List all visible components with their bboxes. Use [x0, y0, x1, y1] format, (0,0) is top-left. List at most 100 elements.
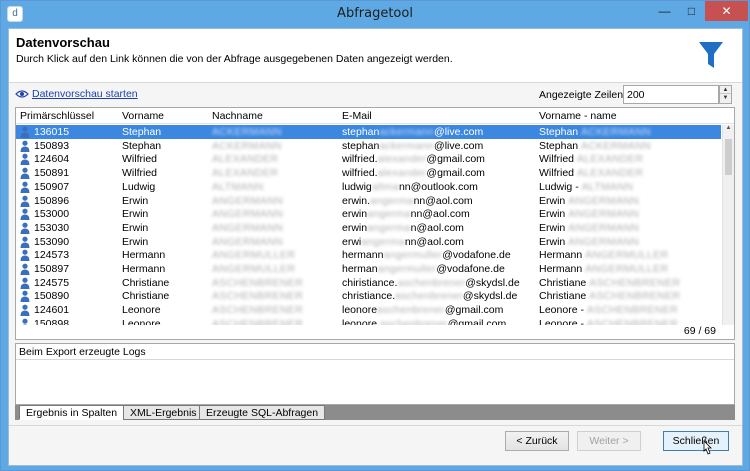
rows-spinner[interactable]: ▲ ▼	[719, 85, 732, 104]
full-name-first: Christiane	[539, 276, 587, 289]
email-redacted-part: aschenbrener	[377, 304, 445, 317]
full-name-last: ANGERMULLER	[585, 249, 669, 262]
close-window-button[interactable]: ✕	[705, 1, 748, 21]
cell-last-name: ACKERMANN	[212, 126, 282, 138]
email-domain: @gmail.com	[426, 153, 485, 166]
maximize-button[interactable]: □	[678, 1, 705, 21]
column-header-full-name[interactable]: Vorname - name	[539, 110, 617, 122]
tab-sql-queries[interactable]: Erzeugte SQL-Abfragen	[199, 405, 326, 420]
table-row[interactable]: 124601 Leonore ASCHENBRENER leonoreaschenbr…	[16, 303, 721, 317]
table-row[interactable]: 124575 Christiane ASCHENBRENER chiristiance…	[16, 276, 721, 290]
email-local-part: chiristiance.	[342, 276, 398, 289]
email-redacted-part: angermuller	[383, 249, 443, 262]
full-name-first: Leonore -	[539, 317, 584, 325]
table-row[interactable]: 124604 Wilfried ALEXANDER wilfried.alexande…	[16, 152, 721, 166]
cell-last-name: ASCHENBRENER	[212, 290, 304, 303]
email-redacted-part: ackermann	[379, 139, 435, 152]
table-row[interactable]: 124573 Hermann ANGERMULLER hermannangermull…	[16, 248, 721, 262]
table-row[interactable]: 150897 Hermann ANGERMULLER hermanangermulle…	[16, 262, 721, 276]
email-local-part: hermann	[342, 249, 384, 262]
cell-full-name: Erwin ANGERMANN	[539, 195, 639, 207]
row-count: 69 / 69	[683, 325, 716, 337]
person-icon	[20, 304, 30, 317]
full-name-first: Leonore -	[539, 304, 584, 317]
tab-xml-result[interactable]: XML-Ergebnis	[123, 405, 204, 420]
start-preview-link[interactable]: Datenvorschau starten	[32, 88, 138, 100]
cell-first-name: Leonore	[122, 317, 161, 325]
full-name-first: Hermann	[539, 263, 583, 275]
cell-full-name: Hermann ANGERMULLER	[539, 263, 668, 275]
tab-columns-result[interactable]: Ergebnis in Spalten	[19, 405, 125, 420]
cell-email: wilfried.alexander@gmail.com	[342, 167, 485, 179]
email-redacted-part: aschenbrener	[397, 276, 466, 289]
table-row[interactable]: 136015 Stephan ACKERMANN stephanackermann@l…	[16, 125, 721, 139]
table-row[interactable]: 150907 Ludwig ALTMANN ludwigaltmann@outlook…	[16, 180, 721, 194]
grid-scrollbar[interactable]: ▲	[722, 125, 734, 325]
scrollbar-thumb[interactable]	[725, 139, 732, 175]
email-local-part: herman	[342, 263, 378, 275]
scroll-up-arrow[interactable]: ▲	[723, 125, 734, 131]
email-domain: @gmail.com	[447, 317, 507, 325]
cell-first-name: Wilfried	[122, 167, 158, 180]
spinner-down-button[interactable]: ▼	[720, 94, 731, 102]
minimize-button[interactable]: —	[651, 1, 678, 21]
table-row[interactable]: 150896 Erwin ANGERMANN erwin.angermann@aol.…	[16, 194, 721, 208]
cell-primary-key: 150893	[34, 139, 70, 152]
column-header-primary-key[interactable]: Primärschlüssel	[20, 110, 94, 122]
email-domain: nn@aol.com	[413, 194, 473, 207]
cell-full-name: Stephan ACKERMANN	[539, 126, 651, 138]
person-icon	[20, 249, 30, 262]
email-redacted-part: angerma	[361, 235, 405, 248]
cell-full-name: Erwin ANGERMANN	[539, 236, 639, 248]
cell-primary-key: 124575	[34, 276, 70, 289]
full-name-last: ALTMANN	[581, 180, 634, 193]
table-row[interactable]: 153000 Erwin ANGERMANN erwinangermann@aol.c…	[16, 207, 721, 221]
full-name-first: Stephan	[539, 126, 579, 138]
email-domain: @vodafone.de	[436, 263, 505, 275]
email-domain: @live.com	[434, 139, 484, 152]
column-header-first-name[interactable]: Vorname	[122, 110, 164, 122]
title-bar[interactable]: d Abfragetool — □ ✕	[1, 1, 749, 28]
cell-primary-key: 124601	[34, 304, 70, 317]
cell-email: erwinangerman@aol.com	[342, 222, 464, 234]
full-name-first: Stephan	[539, 139, 579, 152]
rows-input[interactable]	[623, 85, 719, 104]
cell-full-name: Ludwig - ALTMANN	[539, 181, 633, 193]
email-redacted-part: altma	[371, 180, 399, 193]
column-header-last-name[interactable]: Nachname	[212, 110, 263, 122]
next-button[interactable]: Weiter >	[577, 431, 641, 451]
logs-title: Beim Export erzeugte Logs	[16, 344, 734, 360]
email-local-part: wilfried.	[342, 167, 378, 180]
cell-email: stephanackermann@live.com	[342, 126, 483, 138]
cell-first-name: Hermann	[122, 249, 166, 262]
column-header-email[interactable]: E-Mail	[342, 110, 372, 122]
cell-primary-key: 153000	[34, 208, 70, 221]
email-domain: @vodafone.de	[442, 249, 511, 262]
cell-email: erwin.angermann@aol.com	[342, 195, 473, 207]
table-row[interactable]: 150890 Christiane ASCHENBRENER christiance.…	[16, 289, 721, 303]
email-domain: @live.com	[434, 126, 484, 138]
email-redacted-part: aschenbrener	[379, 317, 448, 325]
table-row[interactable]: 153090 Erwin ANGERMANN erwiangermann@aol.co…	[16, 235, 721, 249]
spinner-up-button[interactable]: ▲	[720, 86, 731, 94]
full-name-last: ALEXANDER	[576, 153, 644, 166]
cell-email: erwiangermann@aol.com	[342, 236, 464, 248]
close-button[interactable]: Schließen	[663, 431, 729, 451]
table-row[interactable]: 153030 Erwin ANGERMANN erwinangerman@aol.co…	[16, 221, 721, 235]
cell-primary-key: 150897	[34, 263, 70, 275]
full-name-last: ANGERMANN	[568, 221, 640, 234]
page-subtitle: Durch Klick auf den Link können die von …	[16, 53, 453, 65]
cell-last-name: ALTMANN	[212, 180, 264, 193]
table-row[interactable]: 150891 Wilfried ALEXANDER wilfried.alexande…	[16, 166, 721, 180]
cell-primary-key: 150896	[34, 194, 70, 207]
full-name-first: Ludwig -	[539, 180, 579, 193]
email-redacted-part: angermuller	[377, 263, 437, 275]
full-name-last: ASCHENBRENER	[589, 276, 681, 289]
cell-full-name: Leonore - ASCHENBRENER	[539, 318, 678, 325]
full-name-last: ANGERMULLER	[585, 263, 669, 275]
data-grid[interactable]: Primärschlüssel Vorname Nachname E-Mail …	[15, 107, 735, 340]
email-local-part: christiance.	[342, 290, 396, 303]
table-row[interactable]: 150893 Stephan ACKERMANN stephanackermann@l…	[16, 139, 721, 153]
back-button[interactable]: < Zurück	[505, 431, 569, 451]
table-row[interactable]: 150898 Leonore ASCHENBRENER leonore.aschenb…	[16, 317, 721, 325]
